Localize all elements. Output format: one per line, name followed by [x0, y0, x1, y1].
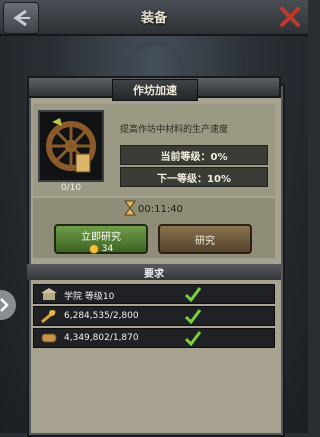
current-level-label: 当前等级：0%: [120, 145, 268, 165]
requirement-row: 6,284,535/2,800: [33, 306, 275, 326]
requirement-text: 6,284,535/2,800: [64, 311, 139, 321]
research-button[interactable]: 研究: [158, 224, 252, 254]
requirement-text: 4,349,802/1,870: [64, 333, 139, 343]
wood-icon: [41, 333, 57, 343]
research-timer: 00:11:40: [138, 204, 183, 215]
workshop-wheel-icon: [46, 118, 96, 173]
next-level-label: 下一等级：10%: [120, 167, 268, 187]
academy-icon: [41, 288, 57, 300]
check-icon: [184, 331, 202, 346]
instant-research-label: 立即研究: [81, 232, 121, 243]
requirement-row: 4,349,802/1,870: [33, 328, 275, 348]
research-description: 提高作坊中材料的生产速度: [120, 125, 229, 135]
close-button[interactable]: [276, 3, 304, 31]
gold-coin-icon: [88, 244, 99, 254]
research-level-count: 0/10: [60, 183, 82, 193]
back-button[interactable]: [3, 2, 39, 34]
research-icon-frame: [38, 110, 104, 182]
instant-research-cost: 34: [101, 244, 114, 254]
hourglass-icon: [124, 200, 136, 216]
check-icon: [184, 287, 202, 302]
instant-research-button[interactable]: 立即研究 34: [54, 224, 148, 254]
page-title: 装备: [140, 10, 167, 26]
wheat-icon: [41, 309, 56, 323]
chevron-right-icon: [0, 298, 9, 312]
back-arrow-icon: [13, 9, 30, 27]
top-bar: 装备: [0, 0, 308, 36]
research-button-label: 研究: [195, 235, 215, 247]
check-icon: [184, 309, 202, 324]
close-icon: [280, 7, 300, 27]
requirement-row: 学院 等级10: [33, 284, 275, 304]
requirements-header: 要求: [27, 264, 281, 280]
panel-title: 作坊加速: [112, 79, 198, 101]
requirement-text: 学院 等级10: [64, 292, 115, 302]
panel-empty-area: [33, 350, 275, 430]
